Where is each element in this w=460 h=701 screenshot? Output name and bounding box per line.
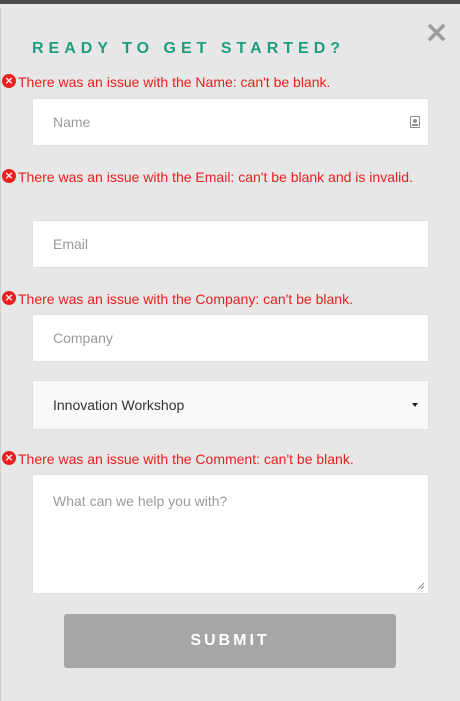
error-icon: × (2, 291, 16, 305)
name-error: × There was an issue with the Name: can'… (2, 68, 420, 96)
modal-border (0, 8, 1, 701)
error-icon: × (2, 451, 16, 465)
comment-error-text: There was an issue with the Comment: can… (18, 451, 354, 467)
resize-handle-icon[interactable] (417, 582, 425, 590)
chevron-down-icon (412, 403, 418, 407)
email-input[interactable] (33, 221, 428, 267)
submit-button[interactable]: SUBMIT (64, 614, 396, 668)
contact-card-icon (410, 116, 420, 128)
interest-select[interactable]: Innovation Workshop (32, 380, 429, 430)
company-field[interactable] (32, 314, 429, 362)
company-error: × There was an issue with the Company: c… (2, 285, 420, 313)
name-field[interactable] (32, 98, 429, 146)
name-error-text: There was an issue with the Name: can't … (18, 74, 331, 90)
email-field[interactable] (32, 220, 429, 268)
interest-selected-value: Innovation Workshop (53, 397, 185, 413)
error-icon: × (2, 169, 16, 183)
comment-error: × There was an issue with the Comment: c… (2, 445, 420, 473)
email-error: × There was an issue with the Email: can… (2, 163, 420, 191)
comment-field[interactable] (32, 474, 429, 594)
email-error-text: There was an issue with the Email: can't… (18, 169, 413, 185)
company-error-text: There was an issue with the Company: can… (18, 291, 353, 307)
company-input[interactable] (33, 315, 428, 361)
error-icon: × (2, 74, 16, 88)
contact-modal: × READY TO GET STARTED? × There was an i… (0, 4, 460, 701)
comment-textarea[interactable] (33, 475, 428, 593)
name-input[interactable] (33, 99, 428, 145)
modal-title: READY TO GET STARTED? (32, 40, 346, 57)
close-icon[interactable]: × (424, 18, 449, 48)
